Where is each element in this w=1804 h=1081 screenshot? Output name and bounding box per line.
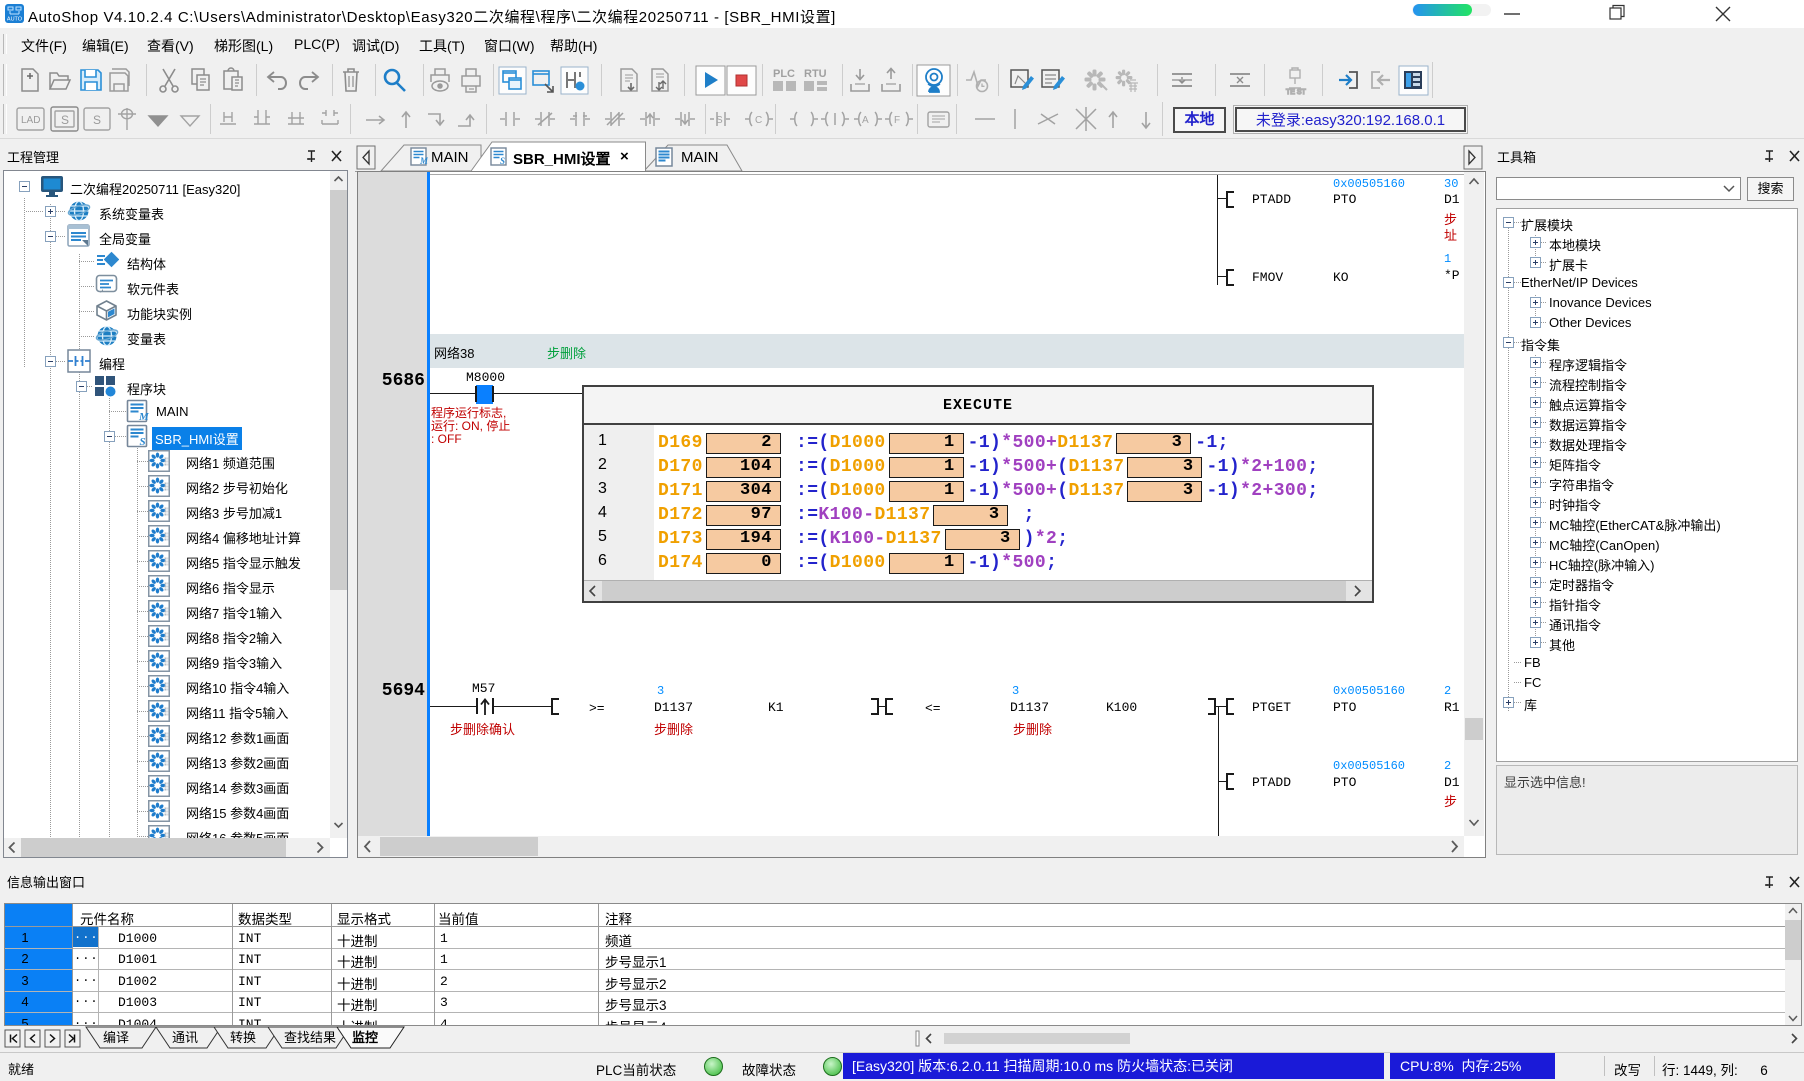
svg-text:S: S — [93, 113, 101, 127]
svg-text:监控: 监控 — [352, 1030, 378, 1045]
svg-text:S: S — [500, 156, 505, 166]
svg-text:LAD: LAD — [21, 115, 40, 126]
svg-text:S: S — [61, 113, 69, 127]
svg-text:F: F — [894, 115, 900, 126]
svg-text:M: M — [419, 156, 428, 166]
svg-text:AUTO: AUTO — [7, 17, 23, 23]
svg-text:PLC: PLC — [773, 68, 795, 80]
svg-text:RTU: RTU — [804, 68, 827, 80]
svg-text:A: A — [862, 115, 869, 126]
svg-text:TE ST: TE ST — [1286, 89, 1307, 96]
svg-text:查找结果: 查找结果 — [284, 1030, 336, 1045]
svg-text:转换: 转换 — [230, 1030, 256, 1045]
svg-text:S: S — [716, 115, 723, 126]
svg-text:C: C — [755, 115, 762, 126]
svg-text:通讯: 通讯 — [172, 1030, 198, 1045]
svg-text:编译: 编译 — [103, 1030, 129, 1045]
